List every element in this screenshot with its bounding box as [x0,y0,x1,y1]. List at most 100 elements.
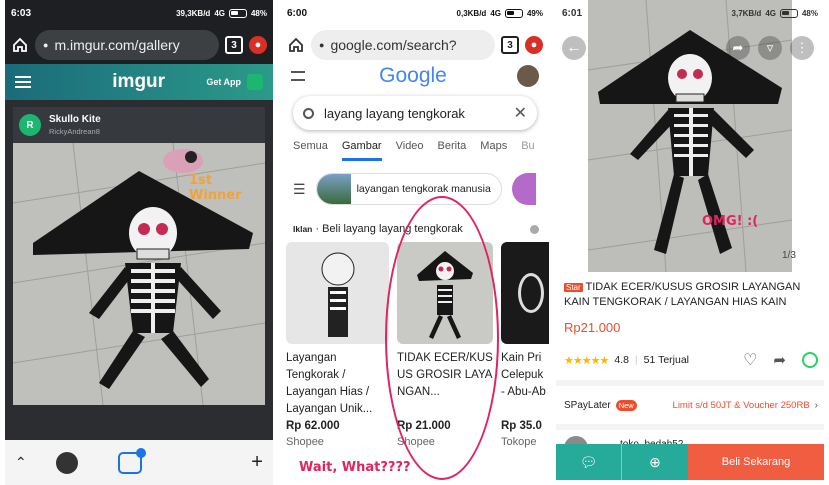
tab-count[interactable]: 3 [225,36,243,54]
skeleton-kite-illustration [556,0,824,272]
url-field[interactable]: ● google.com/search? [311,30,495,60]
incognito-icon[interactable] [56,451,79,474]
image-counter: 1/3 [782,250,796,261]
hamburger-icon[interactable] [15,76,31,88]
url-text: google.com/search? [330,37,457,53]
bottom-bar: ⌃ + [5,440,273,485]
tab-semua[interactable]: Semua [293,140,328,162]
browser-bar: ● m.imgur.com/gallery 3 ● [5,26,273,64]
back-icon[interactable]: ← [562,36,586,60]
product-card[interactable]: Layangan Tengkorak / Layangan Hias / Lay… [286,242,389,462]
browser-bar: ● google.com/search? 3 ● [281,26,549,64]
divider [556,424,824,430]
whatsapp-icon[interactable] [802,352,818,368]
tab-count[interactable]: 3 [501,36,519,54]
clear-icon[interactable]: ✕ [514,103,527,123]
suggestion-chip[interactable]: layangan tengkorak manusia [315,173,502,205]
product-name: Kain Pri Celepuk - Abu-Ab [501,352,546,398]
imgur-header: imgur Get App [5,64,273,100]
tab-maps[interactable]: Maps [480,140,507,162]
get-app-icon[interactable] [247,74,263,90]
filter-row: ☰ layangan tengkorak manusia [293,172,549,206]
home-icon[interactable] [11,36,29,54]
chevron-right-icon: › [814,399,818,411]
new-tab-icon[interactable]: + [251,451,263,474]
get-app-button[interactable]: Get App [206,77,241,87]
status-bar: 6:01 3,7KB/d 4G 48% [556,0,824,26]
google-header: Google [281,64,549,88]
status-bar: 6:00 0,3KB/d 4G 49% [281,0,549,26]
avatar[interactable] [517,65,539,87]
product-card[interactable]: Kain Pri Celepuk - Abu-Ab Rp 35.0 Tokope [501,242,549,462]
shopee-panel: 6:01 3,7KB/d 4G 48% ← ➦ ▿ ⋮ OMG! :( 1/3 St… [556,0,824,485]
url-text: m.imgur.com/gallery [54,37,180,53]
imgur-logo[interactable]: imgur [71,71,206,93]
more-icon[interactable]: ⋮ [790,36,814,60]
battery-icon [228,8,247,18]
suggestion-chip-2[interactable] [511,173,536,205]
imgur-panel: 6:03 39,3KB/d 4G 48% ● m.imgur.com/gallery … [5,0,273,485]
tab-switcher-icon[interactable] [117,447,146,474]
signal-label: 4G [490,8,501,18]
wait-annotation: Wait, What???? [299,460,411,475]
lock-icon: ● [43,40,49,50]
hamburger-icon[interactable] [291,71,305,81]
share-icon[interactable]: ➦ [726,36,750,60]
chevron-up-icon[interactable]: ⌃ [15,454,27,471]
battery-level: 48% [250,8,267,18]
post-user[interactable]: RickyAndrean8 [49,127,101,136]
net-speed: 39,3KB/d [176,8,211,18]
battery-level: 49% [526,8,543,18]
buy-now-button[interactable]: Beli Sekarang [688,444,824,480]
star-badge: Star [564,283,583,292]
sold-count: 51 Terjual [643,354,689,366]
bottom-action-bar: 💬︎ ⊕ Beli Sekarang [556,444,824,480]
status-time: 6:03 [11,7,32,19]
product-title-text: TIDAK ECER/KUSUS GROSIR LAYANGAN KAIN TE… [564,281,801,308]
tab-buku[interactable]: Bu [521,140,534,162]
menu-badge-icon[interactable]: ● [525,36,543,54]
rating-separator: | [634,354,638,366]
cart-icon[interactable]: ▿ [758,36,782,60]
product-photo[interactable]: 6:01 3,7KB/d 4G 48% ← ➦ ▿ ⋮ OMG! :( 1/3 [556,0,824,272]
net-speed: 3,7KB/d [731,8,762,18]
net-speed: 0,3KB/d [456,8,487,18]
google-logo[interactable]: Google [309,64,517,88]
filter-icon[interactable]: ☰ [293,181,306,198]
home-icon[interactable] [287,36,305,54]
url-field[interactable]: ● m.imgur.com/gallery [35,30,219,60]
google-panel: 6:00 0,3KB/d 4G 49% ● google.com/search? 3 … [281,0,549,485]
menu-badge-icon[interactable]: ● [249,36,267,54]
info-icon[interactable] [530,224,539,234]
spaylater-label: SPayLater [564,399,611,411]
chat-button[interactable]: 💬︎ [556,444,622,480]
product-title: Star TIDAK ECER/KUSUS GROSIR LAYANGAN KA… [564,280,818,310]
battery-level: 48% [801,8,818,18]
heart-icon[interactable]: ♡ [743,350,757,370]
signal-label: 4G [214,8,225,18]
search-box[interactable]: layang layang tengkorak ✕ [293,96,537,130]
rating-row: ★★★★★ 4.8 | 51 Terjual ♡ ➦ [564,350,818,370]
tab-berita[interactable]: Berita [438,140,467,162]
tab-video[interactable]: Video [396,140,424,162]
post-header: R Skullo Kite RickyAndrean8 [13,107,265,143]
share-icon[interactable]: ➦ [773,351,786,369]
tab-gambar[interactable]: Gambar [341,140,382,161]
search-tabs: Semua Gambar Video Berita Maps Bu [293,140,549,162]
suggestion-thumbnail [316,174,351,204]
product-store: Tokope [501,436,537,448]
winner-annotation: 1st Winner [189,173,242,203]
status-bar: 6:03 39,3KB/d 4G 48% [5,0,273,26]
avatar[interactable]: R [19,114,41,136]
spaylater-limit: Limit s/d 50JT & Voucher 250RB [672,399,810,411]
product-image [501,242,549,344]
add-to-cart-button[interactable]: ⊕ [622,444,688,480]
new-badge: New [615,399,637,411]
ads-tag: Iklan [293,224,313,234]
spaylater-row[interactable]: SPayLater New Limit s/d 50JT & Voucher 2… [564,396,818,414]
battery-icon [779,8,798,18]
kite-photo[interactable]: 1st Winner [13,143,265,405]
product-price: Rp 62.000 [286,420,340,432]
omg-annotation: OMG! :( [702,214,759,229]
rating-stars: ★★★★★ [564,354,609,367]
